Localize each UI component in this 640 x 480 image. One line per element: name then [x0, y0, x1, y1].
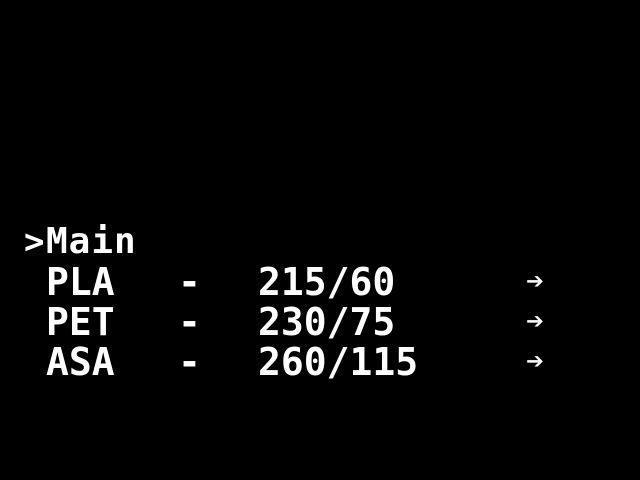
lcd-screen: > Main PLA - 215/60 ➔ PET - 230/75 ➔ ASA…	[0, 0, 640, 480]
menu-title-label: Main	[46, 221, 137, 262]
menu-item-asa[interactable]: ASA - 260/115 ➔	[24, 342, 604, 382]
arrow-right-icon: ➔	[526, 344, 545, 379]
menu-item-pet[interactable]: PET - 230/75 ➔	[24, 302, 604, 342]
temperature-values: 230/75	[258, 300, 396, 344]
selection-cursor-icon: >	[24, 222, 46, 262]
material-label: ASA	[46, 340, 115, 384]
material-label: PET	[46, 300, 115, 344]
material-label: PLA	[46, 260, 115, 304]
preheat-menu: > Main PLA - 215/60 ➔ PET - 230/75 ➔ ASA…	[24, 221, 604, 383]
temperature-values: 260/115	[258, 340, 419, 384]
separator: -	[178, 300, 201, 344]
menu-item-main[interactable]: > Main	[24, 221, 604, 263]
separator: -	[178, 260, 201, 304]
menu-item-pla[interactable]: PLA - 215/60 ➔	[24, 262, 604, 302]
separator: -	[178, 340, 201, 384]
arrow-right-icon: ➔	[526, 304, 545, 339]
temperature-values: 215/60	[258, 260, 396, 304]
arrow-right-icon: ➔	[526, 264, 545, 299]
